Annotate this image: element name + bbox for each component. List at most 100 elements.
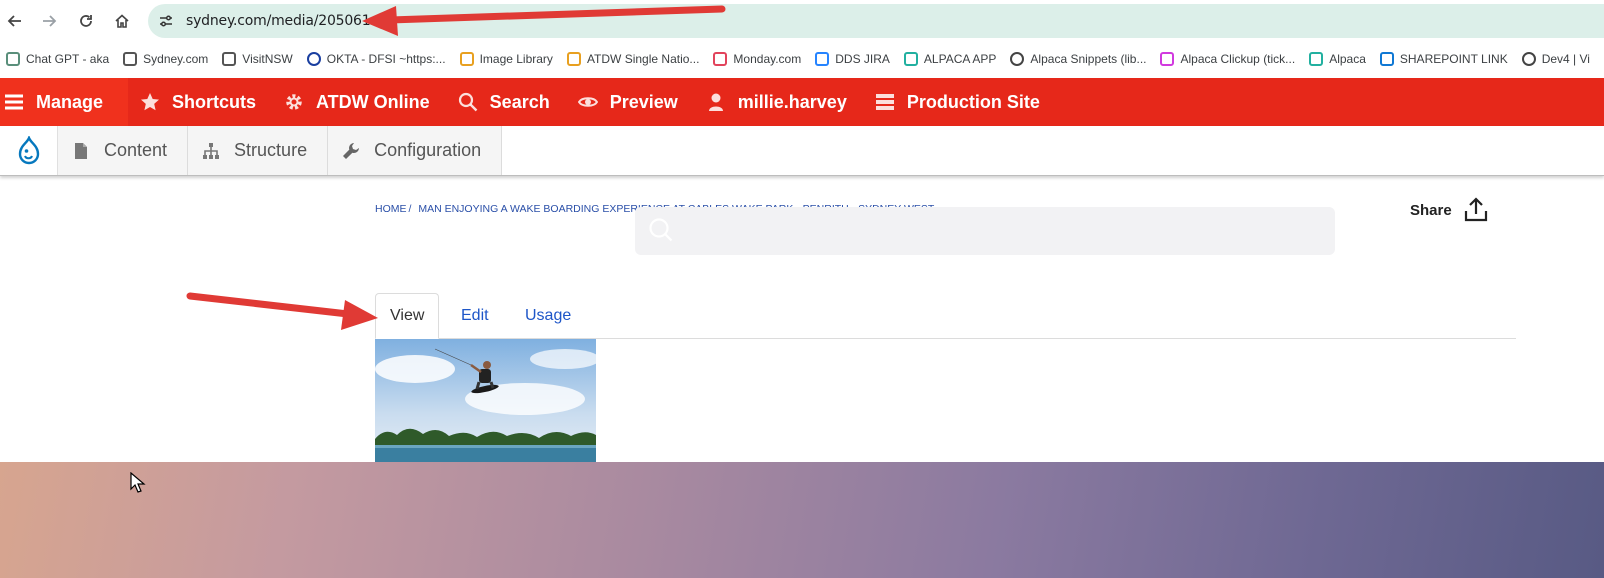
bookmark-item[interactable]: SHAREPOINT LINK xyxy=(1379,52,1508,66)
bookmark-item[interactable]: Alpaca xyxy=(1309,52,1366,66)
search-icon xyxy=(458,92,478,112)
tab-usage-label: Usage xyxy=(525,307,572,324)
wrench-icon xyxy=(342,142,360,160)
toolbar-item-label: millie.harvey xyxy=(737,91,847,112)
globe-icon xyxy=(1010,52,1025,66)
toolbar-item-label: Search xyxy=(489,91,550,112)
search-icon xyxy=(649,218,673,242)
back-arrow-icon[interactable] xyxy=(4,10,26,32)
user-icon xyxy=(706,92,726,112)
tray-item-configuration[interactable]: Configuration xyxy=(328,126,503,175)
bookmark-item[interactable]: Chat GPT - aka xyxy=(6,52,109,66)
media-thumbnail-image xyxy=(375,339,596,463)
bookmark-label: Sydney.com xyxy=(143,52,209,66)
bookmark-label: Image Library xyxy=(479,52,553,66)
visitnsw-icon xyxy=(222,52,237,66)
url-text: sydney.com/media/205061 xyxy=(186,13,371,29)
bookmark-label: Alpaca xyxy=(1329,52,1366,66)
document-icon xyxy=(72,142,90,160)
tab-view[interactable]: View xyxy=(375,293,440,339)
admin-tray: Content Structure Configuration xyxy=(0,126,1604,176)
bookmark-label: SHAREPOINT LINK xyxy=(1399,52,1508,66)
bookmark-label: Alpaca Clickup (tick... xyxy=(1180,52,1296,66)
jira-icon xyxy=(815,52,830,66)
globe-icon xyxy=(1521,52,1536,66)
gear-icon xyxy=(284,92,304,112)
chatgpt-icon xyxy=(6,52,20,66)
share-label: Share xyxy=(1410,201,1452,219)
drupal-logo-icon[interactable] xyxy=(0,126,58,175)
toolbar-item-preview[interactable]: Preview xyxy=(566,78,694,126)
forward-arrow-icon[interactable] xyxy=(38,10,60,32)
toolbar-item-label: Preview xyxy=(609,91,678,112)
bookmark-item[interactable]: OKTA - DFSI ~https:... xyxy=(306,52,446,66)
bookmark-item[interactable]: ALPACA APP xyxy=(903,52,997,66)
site-info-icon[interactable] xyxy=(158,13,174,29)
server-icon xyxy=(875,92,895,112)
bookmark-label: Alpaca Snippets (lib... xyxy=(1030,52,1147,66)
bookmark-label: ALPACA APP xyxy=(923,52,997,66)
background-gradient-panel xyxy=(0,462,1604,578)
okta-icon xyxy=(306,52,321,66)
toolbar-item-search[interactable]: Search xyxy=(446,78,566,126)
local-tasks-tabs: View Edit Usage xyxy=(375,293,1516,339)
tray-item-label: Configuration xyxy=(374,140,482,160)
browser-address-bar: sydney.com/media/205061 xyxy=(0,0,1604,42)
tab-edit[interactable]: Edit xyxy=(461,293,489,339)
share-button[interactable]: Share xyxy=(1410,196,1490,224)
onedrive-icon xyxy=(1379,52,1394,66)
bookmark-item[interactable]: Alpaca Snippets (lib... xyxy=(1010,52,1146,66)
bookmark-item[interactable]: ATDW Single Natio... xyxy=(566,52,700,66)
image-library-icon xyxy=(459,52,474,66)
toolbar-item-millie-harvey[interactable]: millie.harvey xyxy=(694,78,863,126)
annotation-arrow-view-tab xyxy=(186,292,378,330)
tab-edit-label: Edit xyxy=(461,307,489,324)
bookmark-label: Dev4 | Vi xyxy=(1541,52,1590,66)
toolbar-item-label: ATDW Online xyxy=(316,91,430,112)
bookmark-item[interactable]: Image Library xyxy=(459,52,553,66)
sydney-icon xyxy=(123,52,138,66)
bookmark-label: VisitNSW xyxy=(242,52,293,66)
bookmark-item[interactable]: DDS JIRA xyxy=(815,52,890,66)
bookmark-item[interactable]: Alpaca Clickup (tick... xyxy=(1160,52,1295,66)
breadcrumb-separator: / xyxy=(408,203,412,215)
share-upload-icon xyxy=(1464,197,1487,222)
monday-icon xyxy=(713,52,728,66)
address-field[interactable]: sydney.com/media/205061 xyxy=(148,4,1604,38)
tray-item-content[interactable]: Content xyxy=(58,126,189,175)
bookmark-item[interactable]: Sydney.com xyxy=(123,52,208,66)
atdw-icon xyxy=(566,52,581,66)
sitemap-icon xyxy=(202,142,220,160)
bookmark-label: ATDW Single Natio... xyxy=(586,52,700,66)
toolbar-item-label: Production Site xyxy=(906,91,1040,112)
bookmark-label: DDS JIRA xyxy=(835,52,890,66)
tab-view-label: View xyxy=(390,307,425,324)
clickup-icon xyxy=(1160,52,1175,66)
tray-item-structure[interactable]: Structure xyxy=(188,126,329,175)
admin-toolbar: Manage Shortcuts ATDW Online Search Preview m… xyxy=(0,78,1604,126)
star-icon xyxy=(140,92,160,112)
hamburger-icon xyxy=(4,92,24,112)
toolbar-item-production-site[interactable]: Production Site xyxy=(863,78,1056,126)
bookmark-label: Monday.com xyxy=(733,52,802,66)
bookmark-item[interactable]: VisitNSW xyxy=(222,52,293,66)
home-icon[interactable] xyxy=(111,10,133,32)
alpaca-icon xyxy=(903,52,918,66)
tab-usage[interactable]: Usage xyxy=(525,293,571,339)
toolbar-item-manage[interactable]: Manage xyxy=(0,78,128,126)
tray-item-label: Structure xyxy=(234,140,308,160)
bookmark-item[interactable]: Dev4 | Vi xyxy=(1521,52,1590,66)
breadcrumb-home-link[interactable]: HOME xyxy=(375,203,407,215)
eye-icon xyxy=(577,92,598,112)
alpaca-icon xyxy=(1309,52,1324,66)
bookmark-item[interactable]: Monday.com xyxy=(713,52,801,66)
toolbar-item-shortcuts[interactable]: Shortcuts xyxy=(128,78,272,126)
site-search-input[interactable] xyxy=(635,207,1335,255)
toolbar-item-atdw-online[interactable]: ATDW Online xyxy=(272,78,446,126)
bookmark-label: OKTA - DFSI ~https:... xyxy=(326,52,446,66)
reload-icon[interactable] xyxy=(75,10,97,32)
bookmarks-bar: Chat GPT - aka Sydney.com VisitNSW OKTA - D… xyxy=(0,44,1604,74)
bookmark-label: Chat GPT - aka xyxy=(26,52,110,66)
toolbar-item-label: Manage xyxy=(36,91,104,112)
mouse-cursor-icon xyxy=(130,472,146,493)
